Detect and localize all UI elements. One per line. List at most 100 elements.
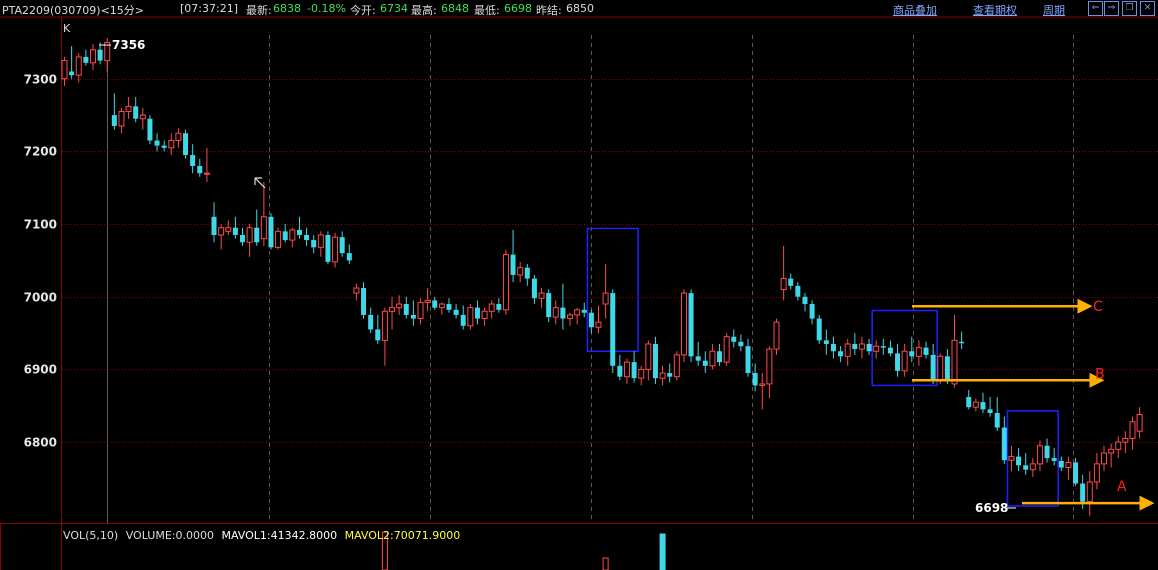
candle-body (190, 155, 196, 166)
candle-body (717, 351, 723, 363)
candle-body (240, 234, 245, 243)
candle-body (1101, 452, 1108, 465)
candle-body (844, 343, 851, 357)
candle-body (795, 285, 801, 297)
candle-body (1115, 441, 1122, 450)
candle-body (652, 343, 658, 379)
candle-body (780, 278, 787, 290)
candle-body (617, 365, 623, 377)
candle-body (1023, 465, 1029, 470)
candle-body (225, 227, 232, 232)
candle-body (275, 230, 282, 248)
candle-body (211, 216, 217, 235)
candle-body (901, 350, 908, 372)
candle-body (1129, 421, 1136, 439)
candle-body (638, 368, 645, 379)
chart-frame (0, 16, 1158, 570)
vol-title: VOL(5,10) (63, 529, 119, 542)
chart-label: K (63, 22, 71, 35)
candle-body (659, 372, 666, 379)
candle-body (381, 310, 388, 341)
candle-body (488, 303, 495, 312)
y-tick-label: 7100 (24, 218, 57, 232)
candle-body (446, 304, 452, 310)
candle-body (75, 56, 82, 76)
candle-body (111, 115, 117, 126)
grid-layer (62, 35, 1158, 523)
candle-body (595, 321, 602, 328)
candle-body (667, 373, 673, 377)
candle-body (1016, 456, 1022, 466)
candles-layer (61, 38, 1143, 517)
candle-body (688, 293, 694, 357)
candle-body (125, 105, 132, 112)
candle-body (695, 356, 701, 361)
candle-body (403, 304, 409, 315)
candle-body (723, 336, 730, 363)
candle-body (788, 278, 794, 286)
candle-body (474, 307, 480, 319)
candle-body (581, 309, 587, 313)
candle-body (1001, 427, 1007, 461)
candle-body (852, 343, 858, 350)
candle-body (467, 307, 474, 327)
candle-body (139, 114, 146, 120)
candle-body (368, 314, 374, 330)
candle-body (389, 307, 396, 312)
candle-body (61, 60, 68, 80)
candle-body (432, 300, 438, 308)
candle-body (972, 401, 979, 408)
candle-body (866, 343, 872, 352)
candle-body (254, 227, 260, 243)
candle-body (1122, 437, 1129, 443)
candlestick-chart[interactable]: 6800 6900 7000 7100 7200 7300 K C B A 7356 6698 (0, 0, 1158, 570)
candle-body (1029, 463, 1036, 471)
candle-body (317, 234, 324, 248)
vol-mavol2: MAVOL2:70071.9000 (344, 529, 461, 542)
candle-body (759, 383, 766, 386)
vol-mavol1: MAVOL1:41342.8000 (221, 529, 338, 542)
y-tick-label: 6900 (24, 363, 57, 377)
candle-body (296, 229, 302, 235)
candle-body (951, 339, 958, 385)
candle-body (809, 304, 815, 319)
candle-body (830, 343, 836, 352)
candle-body (887, 347, 893, 354)
candle-body (183, 133, 189, 156)
candle-body (311, 240, 317, 248)
candle-body (987, 409, 993, 414)
candle-body (69, 71, 75, 76)
candle-body (944, 356, 950, 381)
candle-body (260, 216, 267, 240)
annotations: C B A 7356 6698 (99, 38, 1127, 515)
candle-body (1058, 460, 1064, 468)
candle-body (1136, 413, 1143, 432)
candle-body (89, 49, 96, 64)
candle-body (980, 402, 986, 410)
candle-body (709, 350, 716, 367)
annotation-label: B (1095, 366, 1105, 382)
candle-body (1008, 456, 1015, 461)
candle-body (1065, 461, 1072, 469)
candle-body (816, 318, 822, 341)
candle-body (1051, 458, 1057, 461)
volume-bar (602, 557, 609, 570)
candle-body (915, 347, 922, 357)
candle-body (631, 362, 637, 379)
candle-body (702, 360, 708, 366)
candle-body (332, 236, 339, 263)
candle-body (510, 254, 516, 275)
candle-body (361, 288, 367, 315)
candle-body (610, 293, 616, 366)
candle-body (766, 348, 773, 385)
candle-body (502, 254, 509, 311)
candle-body (1044, 445, 1050, 459)
candle-body (524, 267, 530, 279)
candle-body (909, 351, 915, 357)
candle-body (161, 145, 167, 148)
candle-body (745, 346, 751, 374)
candle-body (1073, 462, 1079, 484)
candle-body (923, 347, 929, 355)
candle-body (731, 336, 737, 342)
candle-body (168, 140, 175, 149)
